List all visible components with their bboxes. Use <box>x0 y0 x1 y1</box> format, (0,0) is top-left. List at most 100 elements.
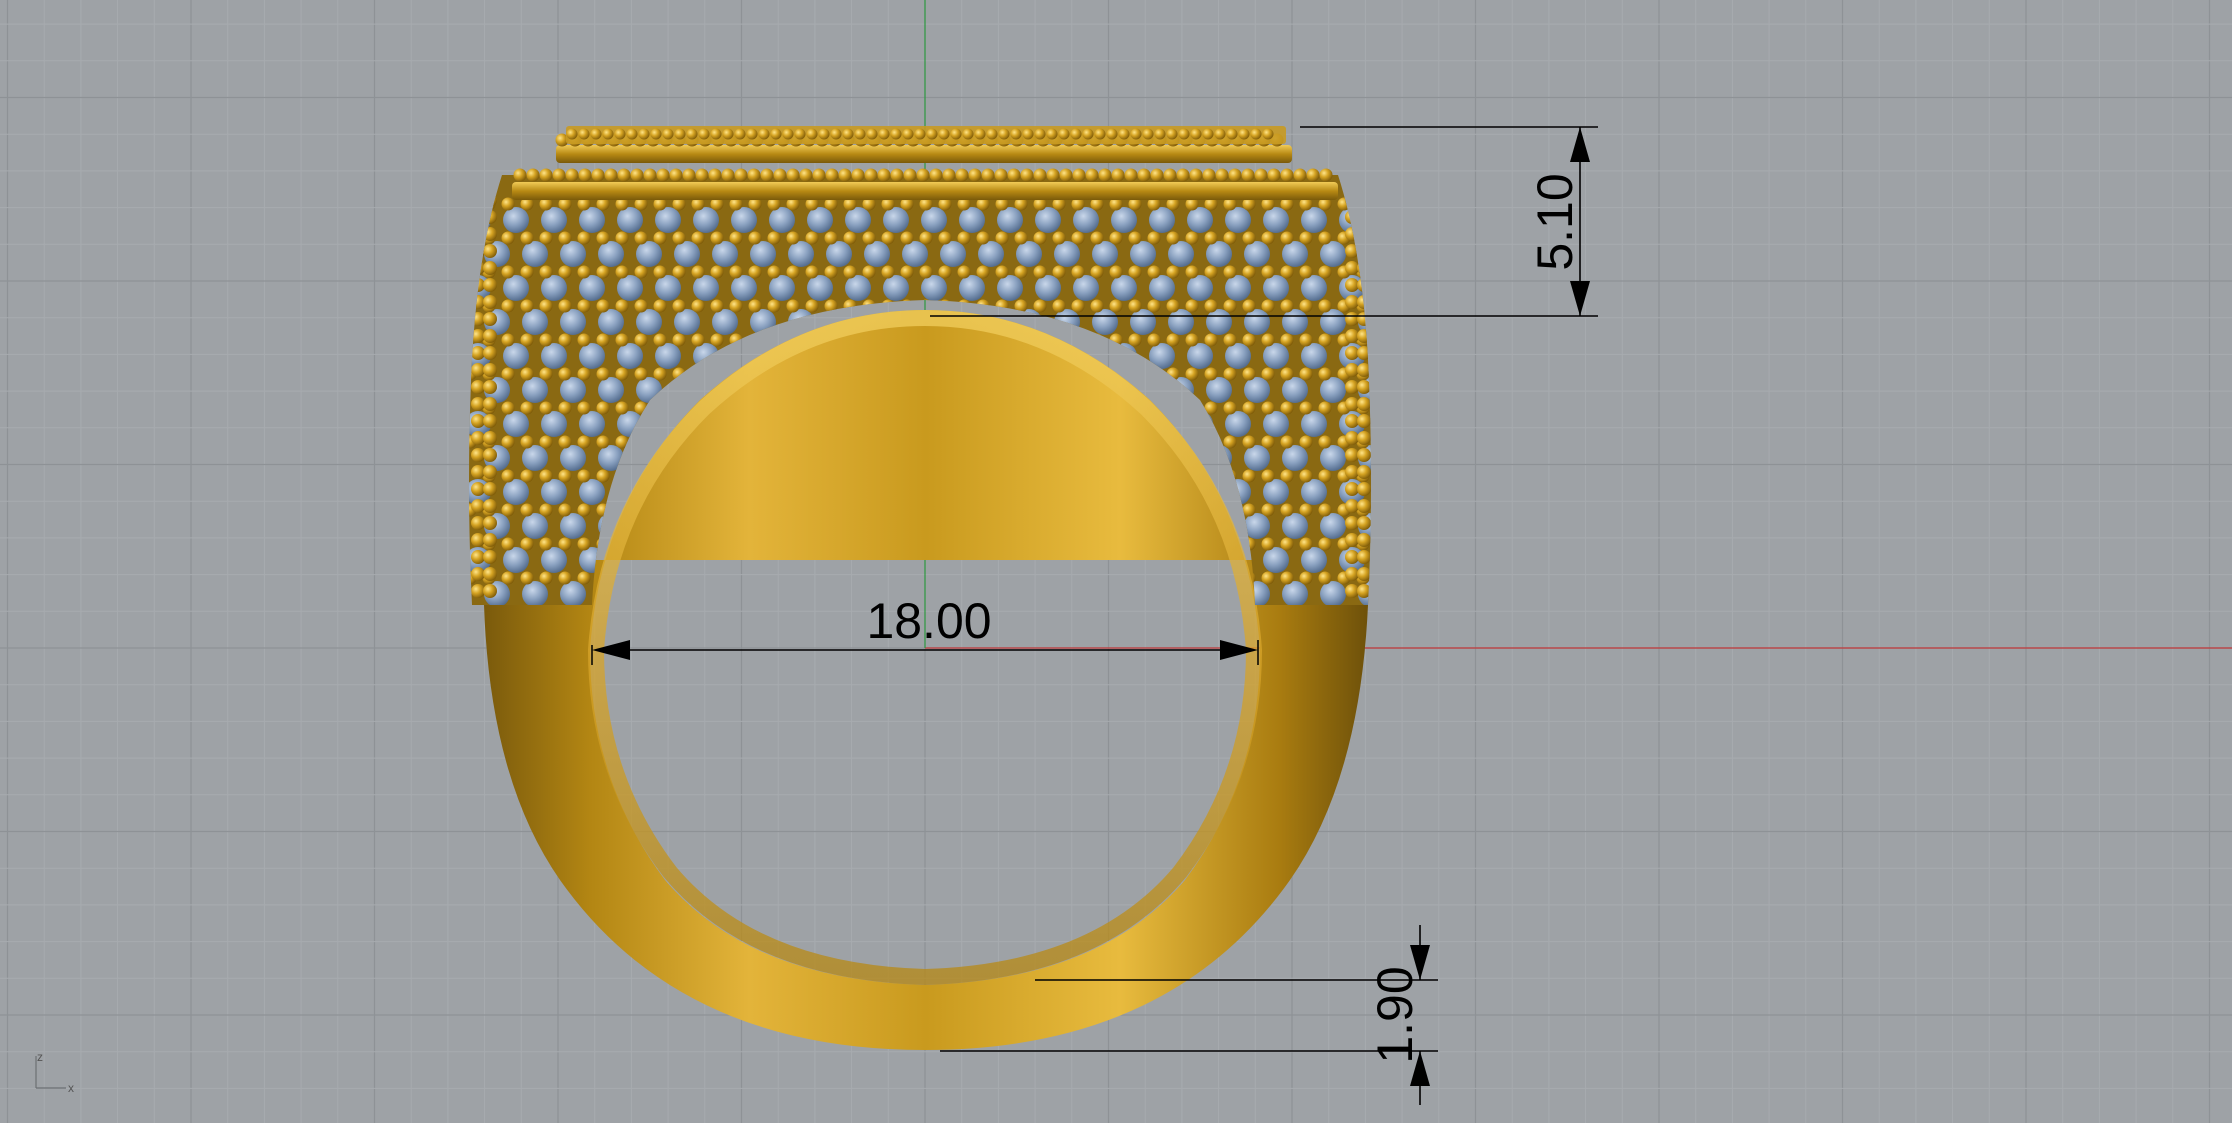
pave-bead <box>558 503 572 517</box>
pave-bead <box>615 333 629 347</box>
pave-stone <box>674 581 700 605</box>
pave-bead <box>1318 503 1332 517</box>
pave-bead <box>748 333 762 347</box>
pave-bead <box>729 299 743 313</box>
band-bead <box>806 128 818 140</box>
pave-bead <box>501 571 515 585</box>
pave-stone <box>636 377 662 403</box>
pave-bead <box>539 571 553 585</box>
pave-stone <box>1130 309 1156 335</box>
band-bead <box>1098 168 1112 182</box>
band-bead <box>838 168 852 182</box>
pave-bead <box>710 333 724 347</box>
pave-bead <box>596 435 610 449</box>
pave-stone <box>598 445 624 471</box>
pave-bead <box>1299 571 1313 585</box>
pave-stone <box>579 275 605 301</box>
pave-bead <box>1148 606 1161 619</box>
pave-stone <box>1225 275 1251 301</box>
pave-bead <box>1204 571 1218 585</box>
pave-bead <box>501 469 515 483</box>
pave-bead <box>1280 537 1294 551</box>
pave-stone <box>1244 513 1270 539</box>
pave-bead <box>692 606 705 619</box>
pave-stone <box>1320 581 1346 605</box>
pave-bead <box>1242 231 1256 245</box>
pave-bead <box>1072 606 1085 619</box>
pave-bead <box>1337 197 1351 211</box>
band-bead <box>686 128 698 140</box>
band-bead <box>695 168 709 182</box>
pave-stone <box>1301 547 1327 573</box>
pave-bead <box>483 567 497 581</box>
pave-bead <box>596 333 610 347</box>
band-bead <box>981 168 995 182</box>
pave-bead <box>1052 571 1066 585</box>
pave-bead <box>483 261 497 275</box>
pave-bead <box>1090 231 1104 245</box>
pave-bead <box>483 329 497 343</box>
band-bead <box>916 168 930 182</box>
pave-stone <box>1358 241 1371 267</box>
pave-bead <box>691 265 705 279</box>
pave-bead <box>634 231 648 245</box>
pave-stone <box>674 241 700 267</box>
pave-bead <box>615 401 629 415</box>
band-bead <box>842 128 854 140</box>
band-bead <box>1306 168 1320 182</box>
pave-bead <box>1090 265 1104 279</box>
pave-bead <box>1345 465 1359 479</box>
pave-stone <box>1111 207 1137 233</box>
pave-bead <box>673 606 686 619</box>
pave-stone <box>1073 275 1099 301</box>
pave-bead <box>653 231 667 245</box>
pave-bead <box>520 401 534 415</box>
pave-bead <box>691 367 705 381</box>
pave-stone <box>560 241 586 267</box>
band-bead <box>578 128 590 140</box>
pave-bead <box>471 482 485 496</box>
pave-stone <box>788 581 814 605</box>
pave-bead <box>520 503 534 517</box>
pave-bead <box>1204 333 1218 347</box>
pave-bead <box>824 231 838 245</box>
pave-bead <box>672 401 686 415</box>
front-viewport[interactable]: 18.00 5.10 1.90 z x <box>0 0 2232 1123</box>
pave-bead <box>1242 299 1256 313</box>
pave-bead <box>1357 227 1371 241</box>
pave-bead <box>1204 231 1218 245</box>
pave-bead <box>1357 295 1371 309</box>
pave-bead <box>539 231 553 245</box>
pave-bead <box>1261 503 1275 517</box>
pave-stone <box>1282 309 1308 335</box>
pave-stone <box>1301 479 1327 505</box>
pave-bead <box>1147 265 1161 279</box>
pave-bead <box>995 265 1009 279</box>
viewport-canvas[interactable]: 18.00 5.10 1.90 z x <box>0 0 2232 1123</box>
ring-model[interactable] <box>464 126 1385 1050</box>
pave-bead <box>471 363 485 377</box>
pave-bead <box>862 571 876 585</box>
pave-stone <box>560 513 586 539</box>
pave-bead <box>710 367 724 381</box>
pave-bead <box>471 278 485 292</box>
band-bead <box>1094 128 1106 140</box>
band-bead <box>890 168 904 182</box>
pave-bead <box>1242 469 1256 483</box>
pave-bead <box>1014 571 1028 585</box>
pave-bead <box>501 299 515 313</box>
pave-stone <box>1206 241 1232 267</box>
pave-stone <box>883 207 909 233</box>
pave-bead <box>634 265 648 279</box>
pave-bead <box>957 299 971 313</box>
pave-stone <box>560 309 586 335</box>
pave-bead <box>862 231 876 245</box>
band-bead <box>818 128 830 140</box>
pave-bead <box>471 516 485 530</box>
pave-stone <box>712 241 738 267</box>
pave-bead <box>672 367 686 381</box>
pave-bead <box>596 503 610 517</box>
pave-stone <box>1168 581 1194 605</box>
pave-bead <box>483 346 497 360</box>
band-bead <box>617 168 631 182</box>
